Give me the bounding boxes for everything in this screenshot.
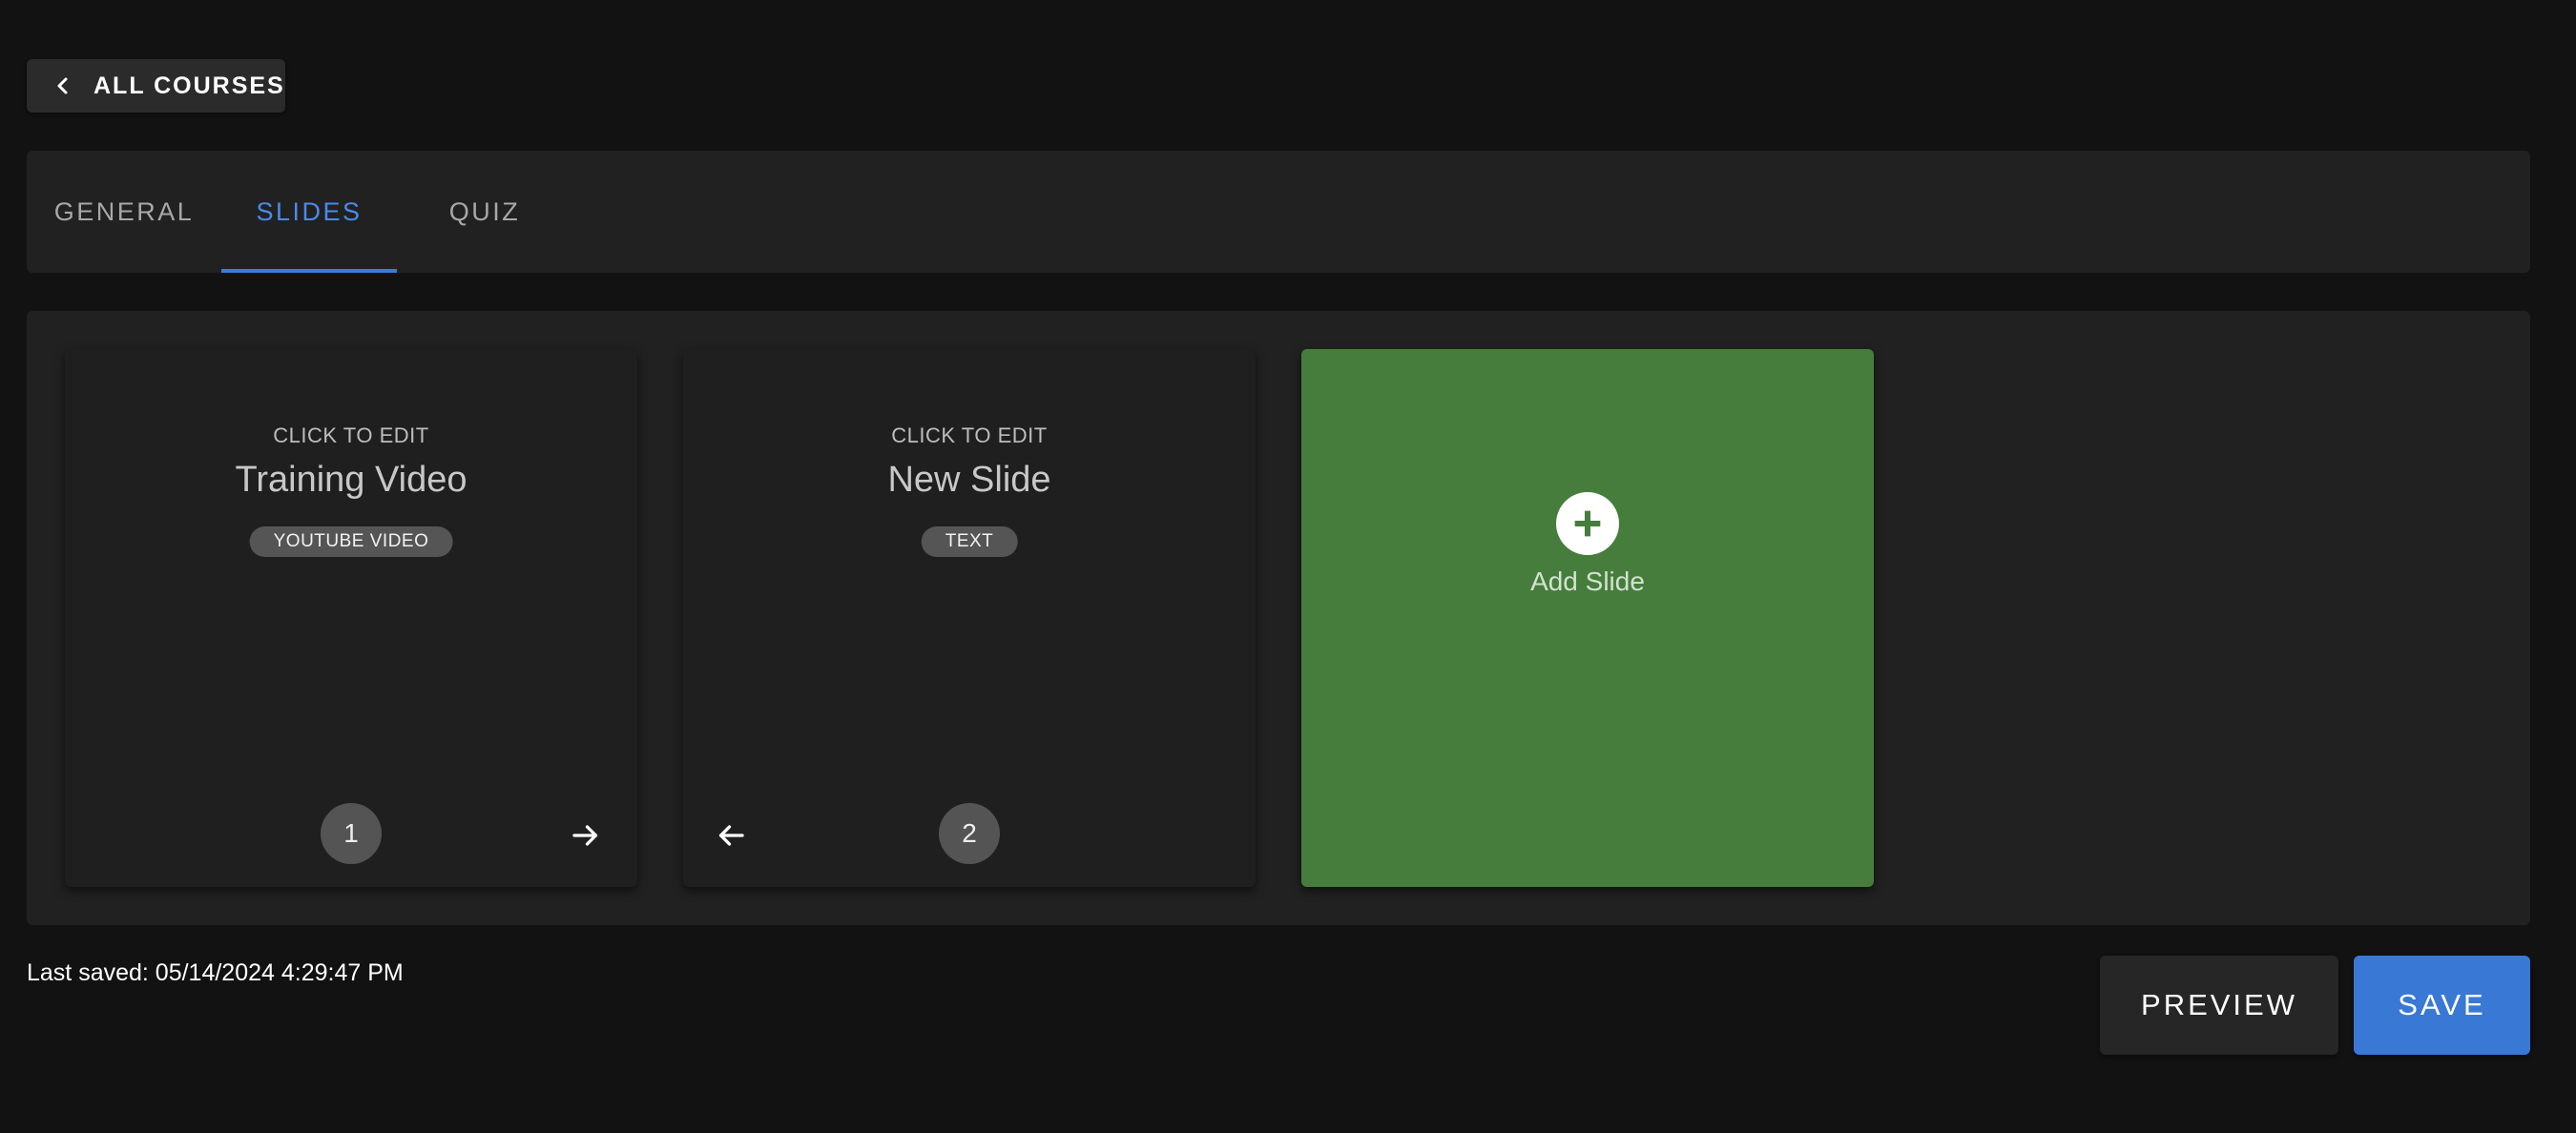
- all-courses-label: ALL COURSES: [93, 72, 285, 99]
- tab-general[interactable]: GENERAL: [27, 151, 221, 273]
- arrow-right-icon: [572, 825, 598, 846]
- slides-panel: CLICK TO EDIT Training Video YOUTUBE VID…: [27, 311, 2530, 925]
- slide-card[interactable]: CLICK TO EDIT Training Video YOUTUBE VID…: [65, 349, 637, 887]
- slide-title: New Slide: [887, 460, 1051, 500]
- tab-slides[interactable]: SLIDES: [221, 151, 397, 273]
- save-button[interactable]: SAVE: [2354, 956, 2530, 1055]
- add-slide-button[interactable]: Add Slide: [1301, 349, 1874, 887]
- move-left-button[interactable]: [712, 816, 750, 855]
- click-to-edit-hint: CLICK TO EDIT: [891, 423, 1048, 447]
- slide-card[interactable]: CLICK TO EDIT New Slide TEXT 2: [683, 349, 1256, 887]
- move-right-button[interactable]: [567, 816, 605, 855]
- plus-circle-icon: [1556, 492, 1619, 555]
- click-to-edit-hint: CLICK TO EDIT: [273, 423, 429, 447]
- all-courses-button[interactable]: ALL COURSES: [27, 59, 285, 113]
- preview-button[interactable]: PREVIEW: [2100, 956, 2338, 1055]
- slide-title: Training Video: [235, 460, 467, 500]
- slide-number-badge: 1: [321, 803, 382, 864]
- tab-bar: GENERAL SLIDES QUIZ: [27, 151, 2530, 273]
- tab-quiz[interactable]: QUIZ: [397, 151, 572, 273]
- active-tab-indicator: [221, 269, 397, 273]
- course-editor: ALL COURSES GENERAL SLIDES QUIZ CLICK TO…: [0, 0, 2576, 1133]
- last-saved-status: Last saved: 05/14/2024 4:29:47 PM: [27, 959, 404, 986]
- add-slide-label: Add Slide: [1530, 566, 1645, 596]
- arrow-left-icon: [718, 825, 744, 846]
- chevron-left-icon: [57, 77, 68, 94]
- slide-type-chip: YOUTUBE VIDEO: [249, 526, 453, 557]
- slide-type-chip: TEXT: [921, 526, 1018, 557]
- slide-number-badge: 2: [939, 803, 1000, 864]
